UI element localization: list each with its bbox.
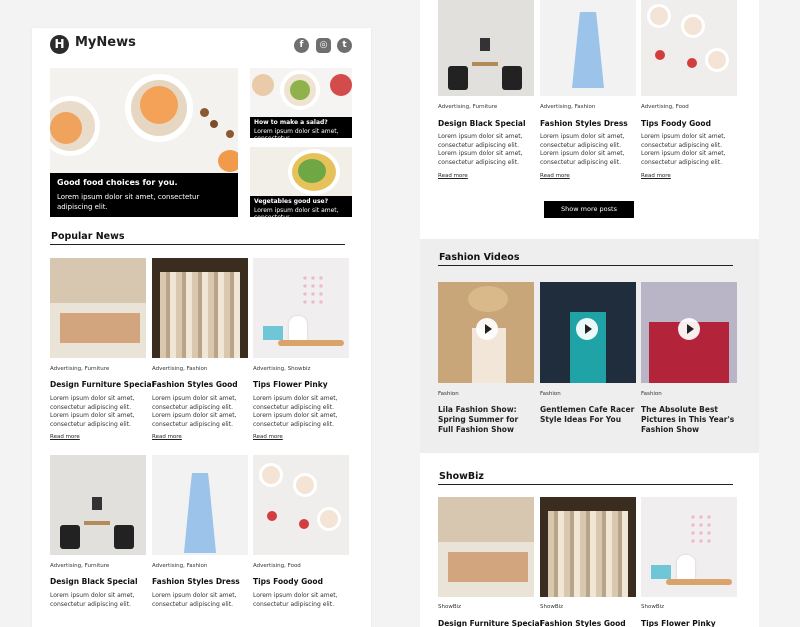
card-image-fashion[interactable]	[152, 258, 248, 358]
card-image-dress[interactable]	[540, 0, 636, 96]
card-category: Advertising, Furniture	[50, 366, 110, 372]
card-description: Lorem ipsum dolor sit amet, consectetur …	[50, 592, 135, 608]
hero-side-1-text: Lorem ipsum dolor sit amet, consectetur	[254, 128, 339, 142]
card-description: Lorem ipsum dolor sit amet, consectetur …	[152, 592, 237, 608]
card-title[interactable]: Fashion Styles Good	[152, 380, 238, 389]
popular-news-heading: Popular News	[51, 231, 125, 242]
read-more-link[interactable]: Read more	[50, 434, 80, 440]
card-image-dress[interactable]	[152, 455, 248, 555]
brand-name[interactable]: MyNews	[75, 35, 136, 50]
video-category: Fashion	[438, 391, 459, 397]
card-category: Advertising, Food	[641, 104, 689, 110]
card-title[interactable]: Fashion Styles Dress	[152, 577, 240, 586]
card-title[interactable]: Design Black Special	[50, 577, 138, 586]
facebook-icon[interactable]: f	[294, 38, 309, 53]
video-title[interactable]: The Absolute Best Pictures in This Year'…	[641, 405, 737, 435]
right-posts-panel: Advertising, Furniture Design Black Spec…	[420, 0, 759, 239]
video-category: Fashion	[540, 391, 561, 397]
video-thumbnail[interactable]	[540, 282, 636, 383]
video-thumbnail[interactable]	[641, 282, 737, 383]
brand-logo-icon[interactable]: H	[50, 35, 69, 54]
card-image-chairs[interactable]	[438, 0, 534, 96]
showbiz-category: ShowBiz	[540, 604, 564, 610]
card-title[interactable]: Fashion Styles Dress	[540, 119, 628, 128]
showbiz-title[interactable]: Fashion Styles Good	[540, 619, 626, 627]
card-category: Advertising, Food	[253, 563, 301, 569]
video-category: Fashion	[641, 391, 662, 397]
fashion-videos-heading: Fashion Videos	[439, 252, 520, 263]
hero-side-1-caption[interactable]: How to make a salad? Lorem ipsum dolor s…	[250, 117, 352, 142]
hero-side-2-caption[interactable]: Vegetables good use? Lorem ipsum dolor s…	[250, 196, 352, 221]
card-image-dessert[interactable]	[253, 455, 349, 555]
video-thumbnail[interactable]	[438, 282, 534, 383]
showbiz-category: ShowBiz	[438, 604, 462, 610]
play-icon[interactable]	[476, 318, 498, 340]
card-description: Lorem ipsum dolor sit amet, consectetur …	[253, 592, 338, 608]
card-image-furniture[interactable]	[50, 258, 146, 358]
read-more-link[interactable]: Read more	[253, 434, 283, 440]
read-more-link[interactable]: Read more	[438, 173, 468, 179]
read-more-link[interactable]: Read more	[540, 173, 570, 179]
card-title[interactable]: Tips Foody Good	[641, 119, 711, 128]
hero-main-text: Lorem ipsum dolor sit amet, consectetur …	[57, 193, 200, 211]
card-title[interactable]: Tips Foody Good	[253, 577, 323, 586]
showbiz-image-furniture[interactable]	[438, 497, 534, 597]
card-description: Lorem ipsum dolor sit amet, consectetur …	[253, 395, 338, 428]
card-description: Lorem ipsum dolor sit amet, consectetur …	[152, 395, 237, 428]
card-category: Advertising, Fashion	[152, 563, 208, 569]
showbiz-title[interactable]: Tips Flower Pinky	[641, 619, 716, 627]
card-title[interactable]: Tips Flower Pinky	[253, 380, 328, 389]
read-more-link[interactable]: Read more	[641, 173, 671, 179]
play-icon[interactable]	[576, 318, 598, 340]
card-category: Advertising, Furniture	[438, 104, 498, 110]
show-more-posts-button[interactable]: Show more posts	[544, 201, 634, 218]
hero-main-title: Good food choices for you.	[57, 178, 178, 187]
card-description: Lorem ipsum dolor sit amet, consectetur …	[438, 133, 523, 166]
card-category: Advertising, Fashion	[152, 366, 208, 372]
card-title[interactable]: Design Furniture Special	[50, 380, 154, 389]
card-category: Advertising, Showbiz	[253, 366, 311, 372]
showbiz-title[interactable]: Design Furniture Special	[438, 619, 542, 627]
card-description: Lorem ipsum dolor sit amet, consectetur …	[641, 133, 726, 166]
section-divider	[50, 244, 345, 245]
card-category: Advertising, Furniture	[50, 563, 110, 569]
showbiz-image-flower[interactable]	[641, 497, 737, 597]
fashion-videos-section: Fashion Videos Fashion Lila Fashion Show…	[420, 239, 759, 453]
read-more-link[interactable]: Read more	[152, 434, 182, 440]
twitter-icon[interactable]: t	[337, 38, 352, 53]
hero-side-2-title: Vegetables good use?	[254, 198, 329, 205]
showbiz-category: ShowBiz	[641, 604, 665, 610]
hero-side-1-title: How to make a salad?	[254, 119, 328, 126]
showbiz-image-fashion[interactable]	[540, 497, 636, 597]
card-description: Lorem ipsum dolor sit amet, consectetur …	[50, 395, 135, 428]
showbiz-heading: ShowBiz	[439, 471, 484, 482]
card-title[interactable]: Design Black Special	[438, 119, 526, 128]
video-title[interactable]: Gentlemen Cafe Racer Style Ideas For You	[540, 405, 636, 425]
card-image-dessert[interactable]	[641, 0, 737, 96]
newsletter-left-panel: H MyNews f ◎ t Good food choices for you…	[32, 28, 371, 627]
card-image-chairs[interactable]	[50, 455, 146, 555]
hero-side-2-text: Lorem ipsum dolor sit amet, consectetur	[254, 207, 339, 221]
section-divider	[438, 484, 733, 485]
card-image-flower[interactable]	[253, 258, 349, 358]
section-divider	[438, 265, 733, 266]
video-title[interactable]: Lila Fashion Show: Spring Summer for Ful…	[438, 405, 534, 435]
showbiz-section: ShowBiz ShowBiz Design Furniture Special…	[420, 453, 759, 627]
play-icon[interactable]	[678, 318, 700, 340]
hero-main-caption[interactable]: Good food choices for you. Lorem ipsum d…	[50, 173, 238, 217]
card-category: Advertising, Fashion	[540, 104, 596, 110]
card-description: Lorem ipsum dolor sit amet, consectetur …	[540, 133, 625, 166]
instagram-icon[interactable]: ◎	[316, 38, 331, 53]
